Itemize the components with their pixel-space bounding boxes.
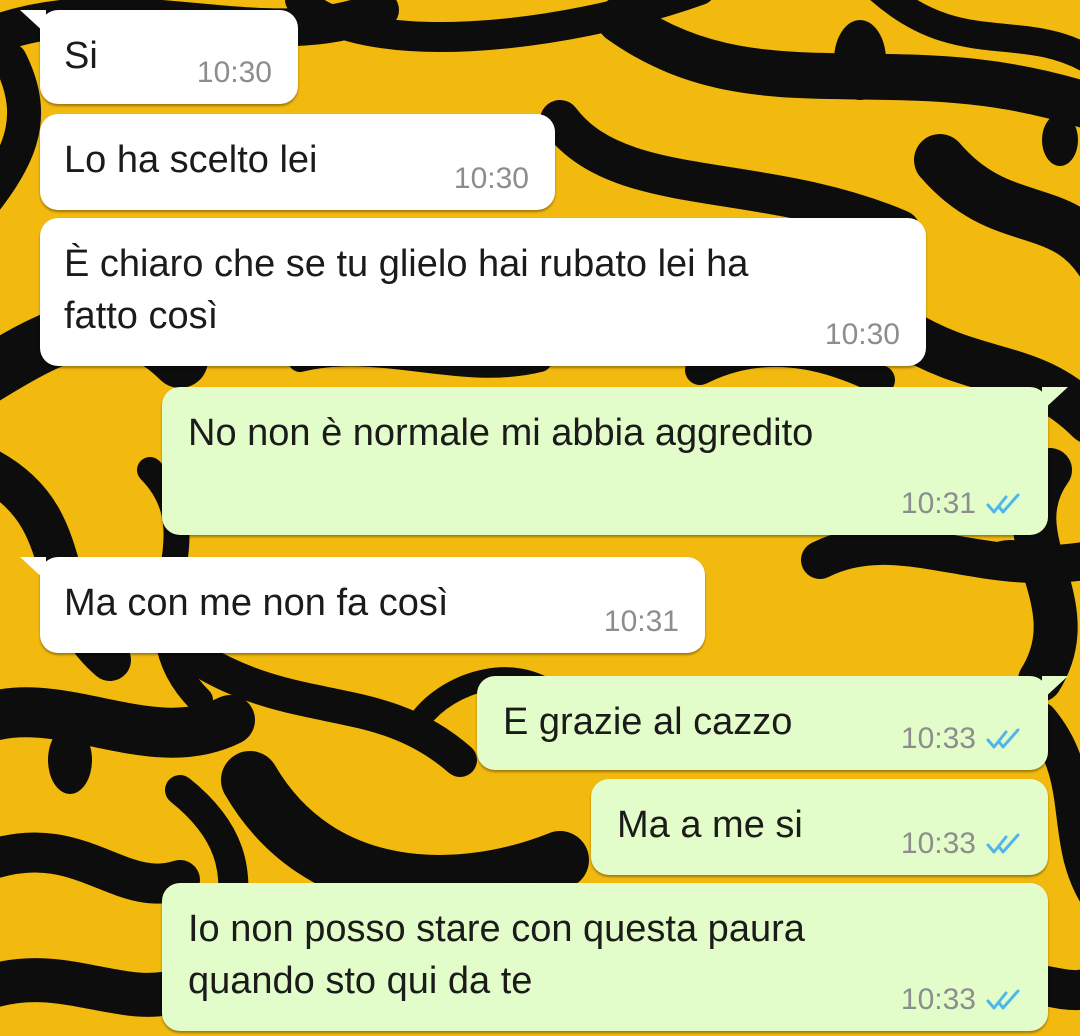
message-meta: 10:30 bbox=[825, 318, 900, 352]
message-timestamp: 10:31 bbox=[900, 487, 976, 520]
chat-screen: Si 10:30 Lo ha scelto lei 10:30 È chiaro… bbox=[0, 0, 1080, 1036]
double-check-icon bbox=[986, 728, 1020, 749]
incoming-message[interactable]: È chiaro che se tu glielo hai rubato lei… bbox=[40, 218, 926, 366]
incoming-message[interactable]: Si 10:30 bbox=[20, 10, 298, 104]
message-text: È chiaro che se tu glielo hai rubato lei… bbox=[64, 243, 749, 337]
double-check-icon bbox=[986, 833, 1020, 854]
message-timestamp: 10:30 bbox=[196, 56, 272, 89]
message-timestamp: 10:31 bbox=[603, 605, 679, 638]
double-check-icon bbox=[986, 989, 1020, 1010]
incoming-message[interactable]: Lo ha scelto lei 10:30 bbox=[40, 114, 555, 210]
message-timestamp: 10:33 bbox=[900, 827, 976, 860]
message-text: Ma a me si bbox=[617, 804, 803, 846]
message-timestamp: 10:30 bbox=[453, 162, 529, 195]
message-timestamp: 10:33 bbox=[900, 722, 976, 755]
message-text: E grazie al cazzo bbox=[503, 701, 793, 743]
bubble-tail bbox=[20, 557, 46, 581]
message-text: Ma con me non fa così bbox=[64, 582, 449, 624]
message-meta: 10:33 bbox=[901, 827, 1022, 861]
outgoing-message[interactable]: E grazie al cazzo 10:33 bbox=[477, 676, 1068, 770]
message-meta: 10:30 bbox=[197, 56, 272, 90]
message-meta: 10:33 bbox=[901, 722, 1022, 756]
message-text: Si bbox=[64, 35, 98, 77]
message-timestamp: 10:30 bbox=[824, 318, 900, 351]
message-meta: 10:31 bbox=[604, 605, 679, 639]
message-meta: 10:31 bbox=[901, 487, 1022, 521]
message-meta: 10:33 bbox=[901, 983, 1022, 1017]
incoming-message[interactable]: Ma con me non fa così 10:31 bbox=[20, 557, 705, 653]
outgoing-message[interactable]: Ma a me si 10:33 bbox=[591, 779, 1048, 875]
bubble-tail bbox=[1042, 387, 1068, 411]
bubble-tail bbox=[20, 10, 46, 34]
bubble-tail bbox=[1042, 676, 1068, 700]
message-text: Lo ha scelto lei bbox=[64, 139, 318, 181]
message-meta: 10:30 bbox=[454, 162, 529, 196]
outgoing-message[interactable]: Io non posso stare con questa paura quan… bbox=[162, 883, 1048, 1031]
outgoing-message[interactable]: No non è normale mi abbia aggredito 10:3… bbox=[162, 387, 1068, 535]
double-check-icon bbox=[986, 493, 1020, 514]
message-timestamp: 10:33 bbox=[900, 983, 976, 1016]
message-text: No non è normale mi abbia aggredito bbox=[188, 412, 814, 454]
message-text: Io non posso stare con questa paura quan… bbox=[188, 908, 805, 1002]
